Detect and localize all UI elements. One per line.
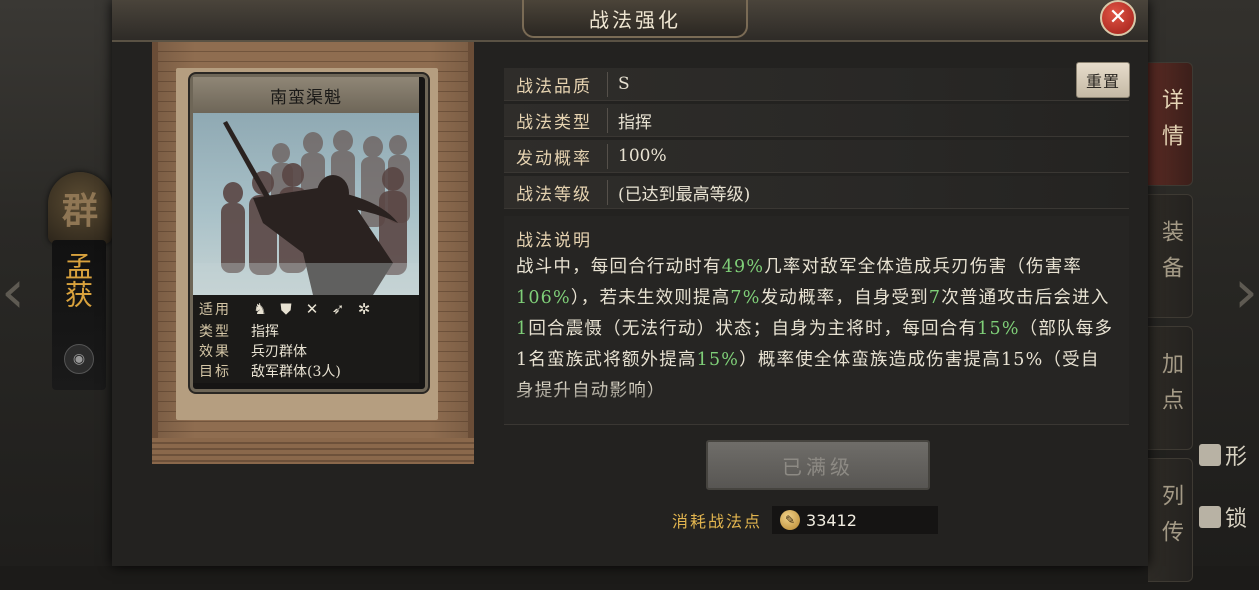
bow-icon: ✕ [305, 300, 319, 318]
attr-level: 战法等级 (已达到最高等级) [504, 176, 1129, 209]
cost-row: 消耗战法点 ✎ 33412 [672, 506, 939, 534]
info-row-troops: 适用 ♞ ⛊ ✕ ➶ ✲ [199, 299, 415, 319]
description-highlight: 1 [516, 319, 529, 339]
general-name: 孟获 [61, 252, 94, 308]
tab-details[interactable]: 详情 [1148, 62, 1193, 186]
description-segment: ），若未生效则提高 [570, 288, 731, 308]
description-segment: 几率对敌军全体造成兵刃伤害（伤害率 [764, 257, 1083, 277]
title-plate: 战法强化 [522, 0, 748, 38]
tactic-description[interactable]: 战法说明 战斗中，每回合行动时有49%几率对敌军全体造成兵刃伤害（伤害率 106%… [504, 216, 1129, 425]
description-highlight: 7 [928, 288, 942, 308]
tab-equipment[interactable]: 装备 [1148, 194, 1193, 318]
side-tabs: 详情 装备 加点 列传 [1148, 62, 1193, 590]
maxed-level-button[interactable]: 已满级 [706, 440, 930, 490]
lock-link[interactable]: 锁 [1199, 502, 1259, 532]
prev-arrow-icon[interactable]: ‹ [0, 250, 26, 334]
cost-label: 消耗战法点 [672, 512, 763, 531]
tactic-point-icon: ✎ [780, 510, 801, 530]
faction-emblem: 群 [48, 172, 112, 244]
card-info: 适用 ♞ ⛊ ✕ ➶ ✲ 类型 指挥 效果 兵刃群体 目标 敌军群体(3人) [193, 295, 419, 383]
description-title: 战法说明 [516, 231, 592, 251]
speaker-icon[interactable]: ◉ [64, 344, 94, 374]
card-title: 南蛮渠魁 [193, 77, 419, 113]
troop-icons: ♞ ⛊ ✕ ➶ ✲ [251, 300, 373, 318]
close-button[interactable]: ✕ [1100, 0, 1136, 36]
wheel-icon: ✲ [357, 300, 371, 318]
tactic-card: 南蛮渠魁 适用 ♞ ⛊ ✕ ➶ ✲ 类型 指挥 效果 兵刃群体 目标 敌军群体(… [190, 74, 428, 392]
tactic-enhance-panel: 战法强化 ✕ 南蛮渠魁 适用 ♞ ⛊ ✕ ➶ ✲ 类型 指挥 效果 兵刃群体 目… [112, 0, 1148, 566]
tab-add-points[interactable]: 加点 [1148, 326, 1193, 450]
info-row-type: 类型 指挥 [199, 324, 279, 340]
description-segment: 回合震慑（无法行动）状态；自身为主将时，每回合有 [528, 319, 978, 339]
shield-icon: ⛊ [280, 300, 292, 318]
description-segment: 发动概率，自身受到 [760, 288, 929, 308]
lock-icon [1199, 506, 1221, 528]
attr-quality: 战法品质 S [504, 68, 1129, 101]
description-segment: 战斗中，每回合行动时有 [516, 257, 722, 277]
description-highlight: 15% [696, 350, 740, 370]
formation-link[interactable]: 形 [1199, 440, 1259, 470]
description-highlight: 106% [516, 288, 571, 308]
description-highlight: 7% [730, 288, 761, 308]
tab-biography[interactable]: 列传 [1148, 458, 1193, 582]
info-row-effect: 效果 兵刃群体 [199, 344, 307, 360]
cavalry-icon: ♞ [253, 300, 267, 318]
cost-value: 33412 [806, 510, 857, 530]
attr-trigger-rate: 发动概率 100% [504, 140, 1129, 173]
description-segment: 次普通攻击后会进入 [941, 288, 1110, 308]
description-highlight: 49% [721, 257, 765, 277]
attr-type: 战法类型 指挥 [504, 104, 1129, 137]
card-artwork [193, 113, 419, 295]
info-row-target: 目标 敌军群体(3人) [199, 364, 341, 380]
next-arrow-icon[interactable]: › [1233, 250, 1259, 334]
cost-box: ✎ 33412 [772, 506, 939, 534]
spear-icon: ➶ [331, 300, 345, 318]
reset-button[interactable]: 重置 [1076, 62, 1130, 98]
window-title: 战法强化 [589, 7, 681, 32]
description-highlight: 15% [977, 319, 1020, 339]
formation-icon [1199, 444, 1221, 466]
